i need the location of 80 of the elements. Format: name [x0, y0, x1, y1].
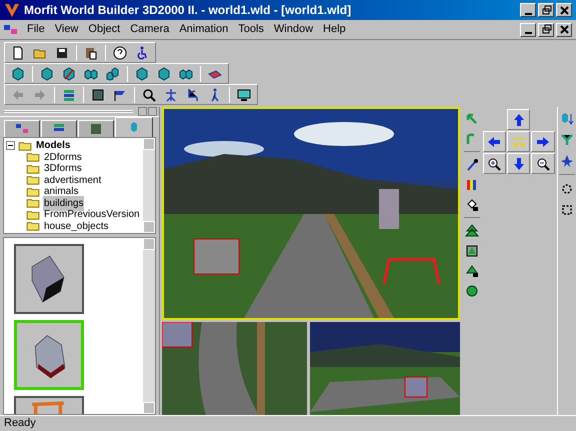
scrollbar[interactable]	[142, 138, 155, 233]
paint-bucket-icon	[464, 198, 479, 212]
cube-pair-icon	[84, 66, 98, 80]
minimize-button[interactable]	[520, 22, 536, 36]
menu-item[interactable]: Window	[268, 21, 318, 38]
paste-icon	[84, 46, 98, 60]
new-file-icon	[11, 46, 25, 60]
search-icon	[142, 88, 156, 102]
cube-icon	[62, 66, 76, 80]
down-arrow-icon	[512, 156, 526, 170]
picture-icon	[89, 122, 103, 136]
minimize-icon	[524, 12, 532, 14]
folder-icon	[26, 210, 40, 220]
navigation-button[interactable]	[482, 131, 506, 152]
window-title: Morfit World Builder 3D2000 II. - world1.wld - [world1.wld]	[24, 2, 352, 19]
model-thumbnail[interactable]	[14, 320, 84, 390]
panel-tab[interactable]	[4, 120, 40, 137]
menu-item[interactable]: Animation	[174, 21, 234, 38]
eyedropper-icon	[464, 158, 479, 172]
close-icon	[558, 4, 570, 16]
tree-item[interactable]: buildings	[43, 196, 84, 211]
minimize-icon	[524, 32, 532, 34]
panel-icon	[91, 88, 105, 102]
folder-icon	[26, 175, 40, 186]
folder-icon	[26, 164, 40, 174]
menu-item[interactable]: Camera	[125, 21, 174, 38]
folder-icon	[26, 221, 40, 232]
status-text: Ready	[4, 416, 36, 431]
viewport-render[interactable]	[162, 107, 460, 320]
cube-icon	[135, 66, 149, 80]
accessibility-icon	[135, 46, 149, 60]
layers-icon	[62, 88, 76, 102]
scrollbar[interactable]	[142, 238, 155, 414]
right-arrow-icon	[536, 134, 550, 148]
navigation-button[interactable]	[506, 109, 530, 130]
model-thumbnail[interactable]	[14, 244, 84, 314]
gem-arrow-icon	[560, 112, 574, 126]
forward-arrow-icon	[33, 88, 47, 102]
folder-icon	[26, 152, 40, 162]
close-icon	[558, 24, 570, 35]
cursor-arrow-icon	[464, 112, 479, 126]
star-node-icon	[560, 154, 574, 168]
menu-item[interactable]: Tools	[233, 21, 269, 38]
restore-icon	[540, 4, 552, 16]
zoom-in-icon	[487, 156, 502, 170]
navigation-button[interactable]	[506, 153, 530, 174]
cube-pair-icon	[179, 66, 193, 80]
minimize-button[interactable]	[520, 3, 536, 17]
folder-icon	[26, 186, 40, 197]
save-icon	[55, 46, 69, 60]
zoom-out-icon	[536, 156, 550, 170]
cube-icon	[11, 66, 25, 80]
menu-item[interactable]: Object	[83, 21, 126, 38]
navigation-button[interactable]	[531, 131, 555, 152]
document-icon	[4, 24, 18, 36]
menu-item[interactable]: File	[22, 21, 50, 38]
left-arrow-icon	[487, 134, 502, 148]
rotate-icon	[560, 182, 574, 196]
panel-tab[interactable]	[41, 120, 77, 137]
nodes-icon	[15, 122, 29, 136]
panel-grip[interactable]	[4, 110, 133, 113]
panel-tab[interactable]	[78, 120, 114, 137]
cube-pair-icon	[106, 66, 120, 80]
cube-icon	[40, 66, 54, 80]
logo-icon	[4, 2, 20, 18]
up-arrow-icon	[512, 112, 526, 126]
navigation-button[interactable]	[531, 153, 555, 174]
navigation-button[interactable]	[482, 153, 506, 174]
monitor-icon	[237, 88, 251, 102]
panel-tab[interactable]	[115, 117, 153, 137]
cube-icon	[157, 66, 171, 80]
help-icon	[113, 46, 127, 60]
menu-item[interactable]: Help	[318, 21, 351, 38]
collapse-toggle[interactable]	[6, 141, 15, 150]
open-folder-icon	[26, 198, 40, 208]
restore-icon	[540, 24, 552, 35]
open-folder-icon	[18, 140, 32, 151]
color-bars-icon	[464, 178, 479, 192]
back-arrow-icon	[11, 88, 25, 102]
menu-item[interactable]: View	[50, 21, 84, 38]
